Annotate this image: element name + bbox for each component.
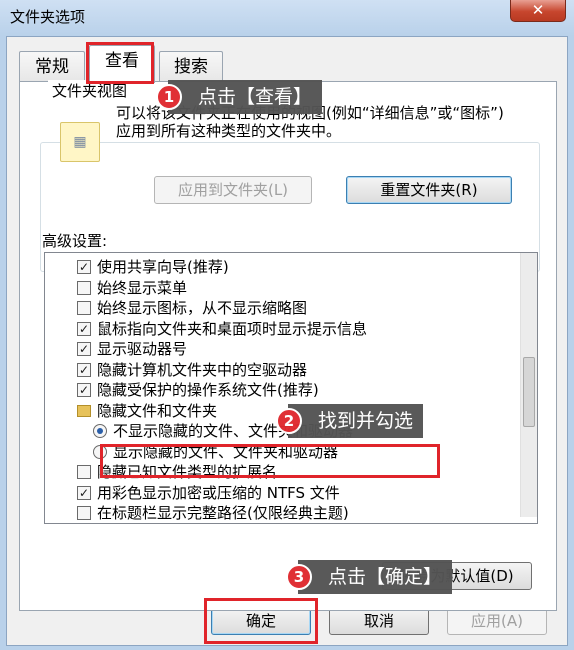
radio-button[interactable] bbox=[93, 424, 107, 438]
checkbox-row[interactable]: ✓ 隐藏受保护的操作系统文件(推荐) bbox=[45, 380, 515, 400]
checkbox-row[interactable]: ✓ 鼠标指向文件夹和桌面项时显示提示信息 bbox=[45, 319, 515, 339]
checkbox-row[interactable]: 在标题栏显示完整路径(仅限经典主题) bbox=[45, 503, 515, 523]
checkbox-row[interactable]: ✓ 用彩色显示加密或压缩的 NTFS 文件 bbox=[45, 483, 515, 503]
row-label: 隐藏计算机文件夹中的空驱动器 bbox=[97, 360, 308, 379]
row-label: 鼠标指向文件夹和桌面项时显示提示信息 bbox=[97, 319, 368, 338]
checkbox[interactable] bbox=[77, 506, 91, 520]
apply-button[interactable]: 应用(A) bbox=[447, 607, 547, 635]
annotation-step-3: 3 点击【确定】 bbox=[286, 560, 453, 594]
row-label: 显示驱动器号 bbox=[97, 340, 188, 358]
step-3-text: 点击【确定】 bbox=[328, 566, 443, 588]
checkbox-row[interactable]: 始终显示菜单 bbox=[45, 278, 515, 298]
checkbox[interactable] bbox=[77, 280, 91, 295]
folder-view-icon: ▦ bbox=[60, 122, 100, 162]
list-scrollbar[interactable] bbox=[520, 253, 537, 517]
tab-search-label: 搜索 bbox=[174, 57, 208, 77]
dialog-client-area: 常规 查看 搜索 文件夹视图 ▦ 可以将该文件夹正在使用的视图(例如“详细信息”… bbox=[6, 36, 568, 646]
close-icon: ✕ bbox=[531, 1, 545, 19]
cancel-button[interactable]: 取消 bbox=[329, 607, 429, 635]
checkbox-row[interactable]: ✓ 使用共享向导(推荐) bbox=[45, 257, 515, 277]
checkbox[interactable] bbox=[77, 301, 91, 315]
tab-general-label: 常规 bbox=[35, 57, 69, 77]
tab-search[interactable]: 搜索 bbox=[159, 51, 223, 83]
close-button[interactable]: ✕ bbox=[510, 0, 566, 22]
row-label: 用彩色显示加密或压缩的 NTFS 文件 bbox=[97, 483, 340, 502]
annotation-step-1: 1 点击【查看】 bbox=[156, 80, 323, 114]
checkbox[interactable]: ✓ bbox=[77, 485, 91, 500]
highlight-ok-button bbox=[204, 598, 318, 644]
step-2-badge: 2 bbox=[276, 408, 302, 434]
scrollbar-thumb[interactable] bbox=[523, 357, 535, 427]
checkbox[interactable]: ✓ bbox=[77, 321, 91, 336]
row-label: 始终显示菜单 bbox=[97, 278, 188, 297]
title-bar: 文件夹选项 ✕ bbox=[0, 0, 574, 36]
view-tab-panel: 文件夹视图 ▦ 可以将该文件夹正在使用的视图(例如“详细信息”或“图标”)应用到… bbox=[19, 80, 557, 611]
step-1-badge: 1 bbox=[156, 84, 182, 110]
row-label: 隐藏文件和文件夹 bbox=[97, 401, 218, 420]
advanced-settings-label: 高级设置: bbox=[42, 232, 108, 250]
checkbox[interactable]: ✓ bbox=[77, 342, 91, 356]
folder-icon bbox=[77, 404, 91, 417]
row-label: 隐藏受保护的操作系统文件(推荐) bbox=[97, 381, 319, 399]
step-2-text: 找到并勾选 bbox=[318, 410, 414, 432]
annotation-step-2: 2 找到并勾选 bbox=[276, 404, 424, 438]
row-label: 始终显示图标，从不显示缩略图 bbox=[97, 299, 308, 317]
checkbox-row[interactable]: ✓ 隐藏计算机文件夹中的空驱动器 bbox=[45, 360, 515, 380]
step-1-text: 点击【查看】 bbox=[198, 86, 313, 108]
row-label: 使用共享向导(推荐) bbox=[97, 258, 229, 276]
tab-general[interactable]: 常规 bbox=[19, 51, 85, 83]
highlight-show-hidden-option bbox=[100, 444, 440, 478]
highlight-view-tab bbox=[86, 42, 154, 84]
checkbox-row[interactable]: ✓ 显示驱动器号 bbox=[45, 339, 515, 359]
checkbox[interactable] bbox=[77, 465, 91, 479]
checkbox[interactable]: ✓ bbox=[77, 362, 91, 377]
window-title: 文件夹选项 bbox=[10, 8, 86, 26]
checkbox[interactable]: ✓ bbox=[77, 260, 91, 274]
checkbox-row[interactable]: 始终显示图标，从不显示缩略图 bbox=[45, 298, 515, 318]
apply-to-folders-button[interactable]: 应用到文件夹(L) bbox=[154, 176, 312, 204]
checkbox[interactable]: ✓ bbox=[77, 383, 91, 397]
step-3-badge: 3 bbox=[286, 564, 312, 590]
row-label: 在标题栏显示完整路径(仅限经典主题) bbox=[97, 504, 349, 522]
advanced-settings-list[interactable]: ✓ 使用共享向导(推荐) 始终显示菜单始终显示图标，从不显示缩略图 ✓ 鼠标指向文件夹和… bbox=[44, 252, 538, 524]
reset-folders-button[interactable]: 重置文件夹(R) bbox=[346, 176, 512, 204]
